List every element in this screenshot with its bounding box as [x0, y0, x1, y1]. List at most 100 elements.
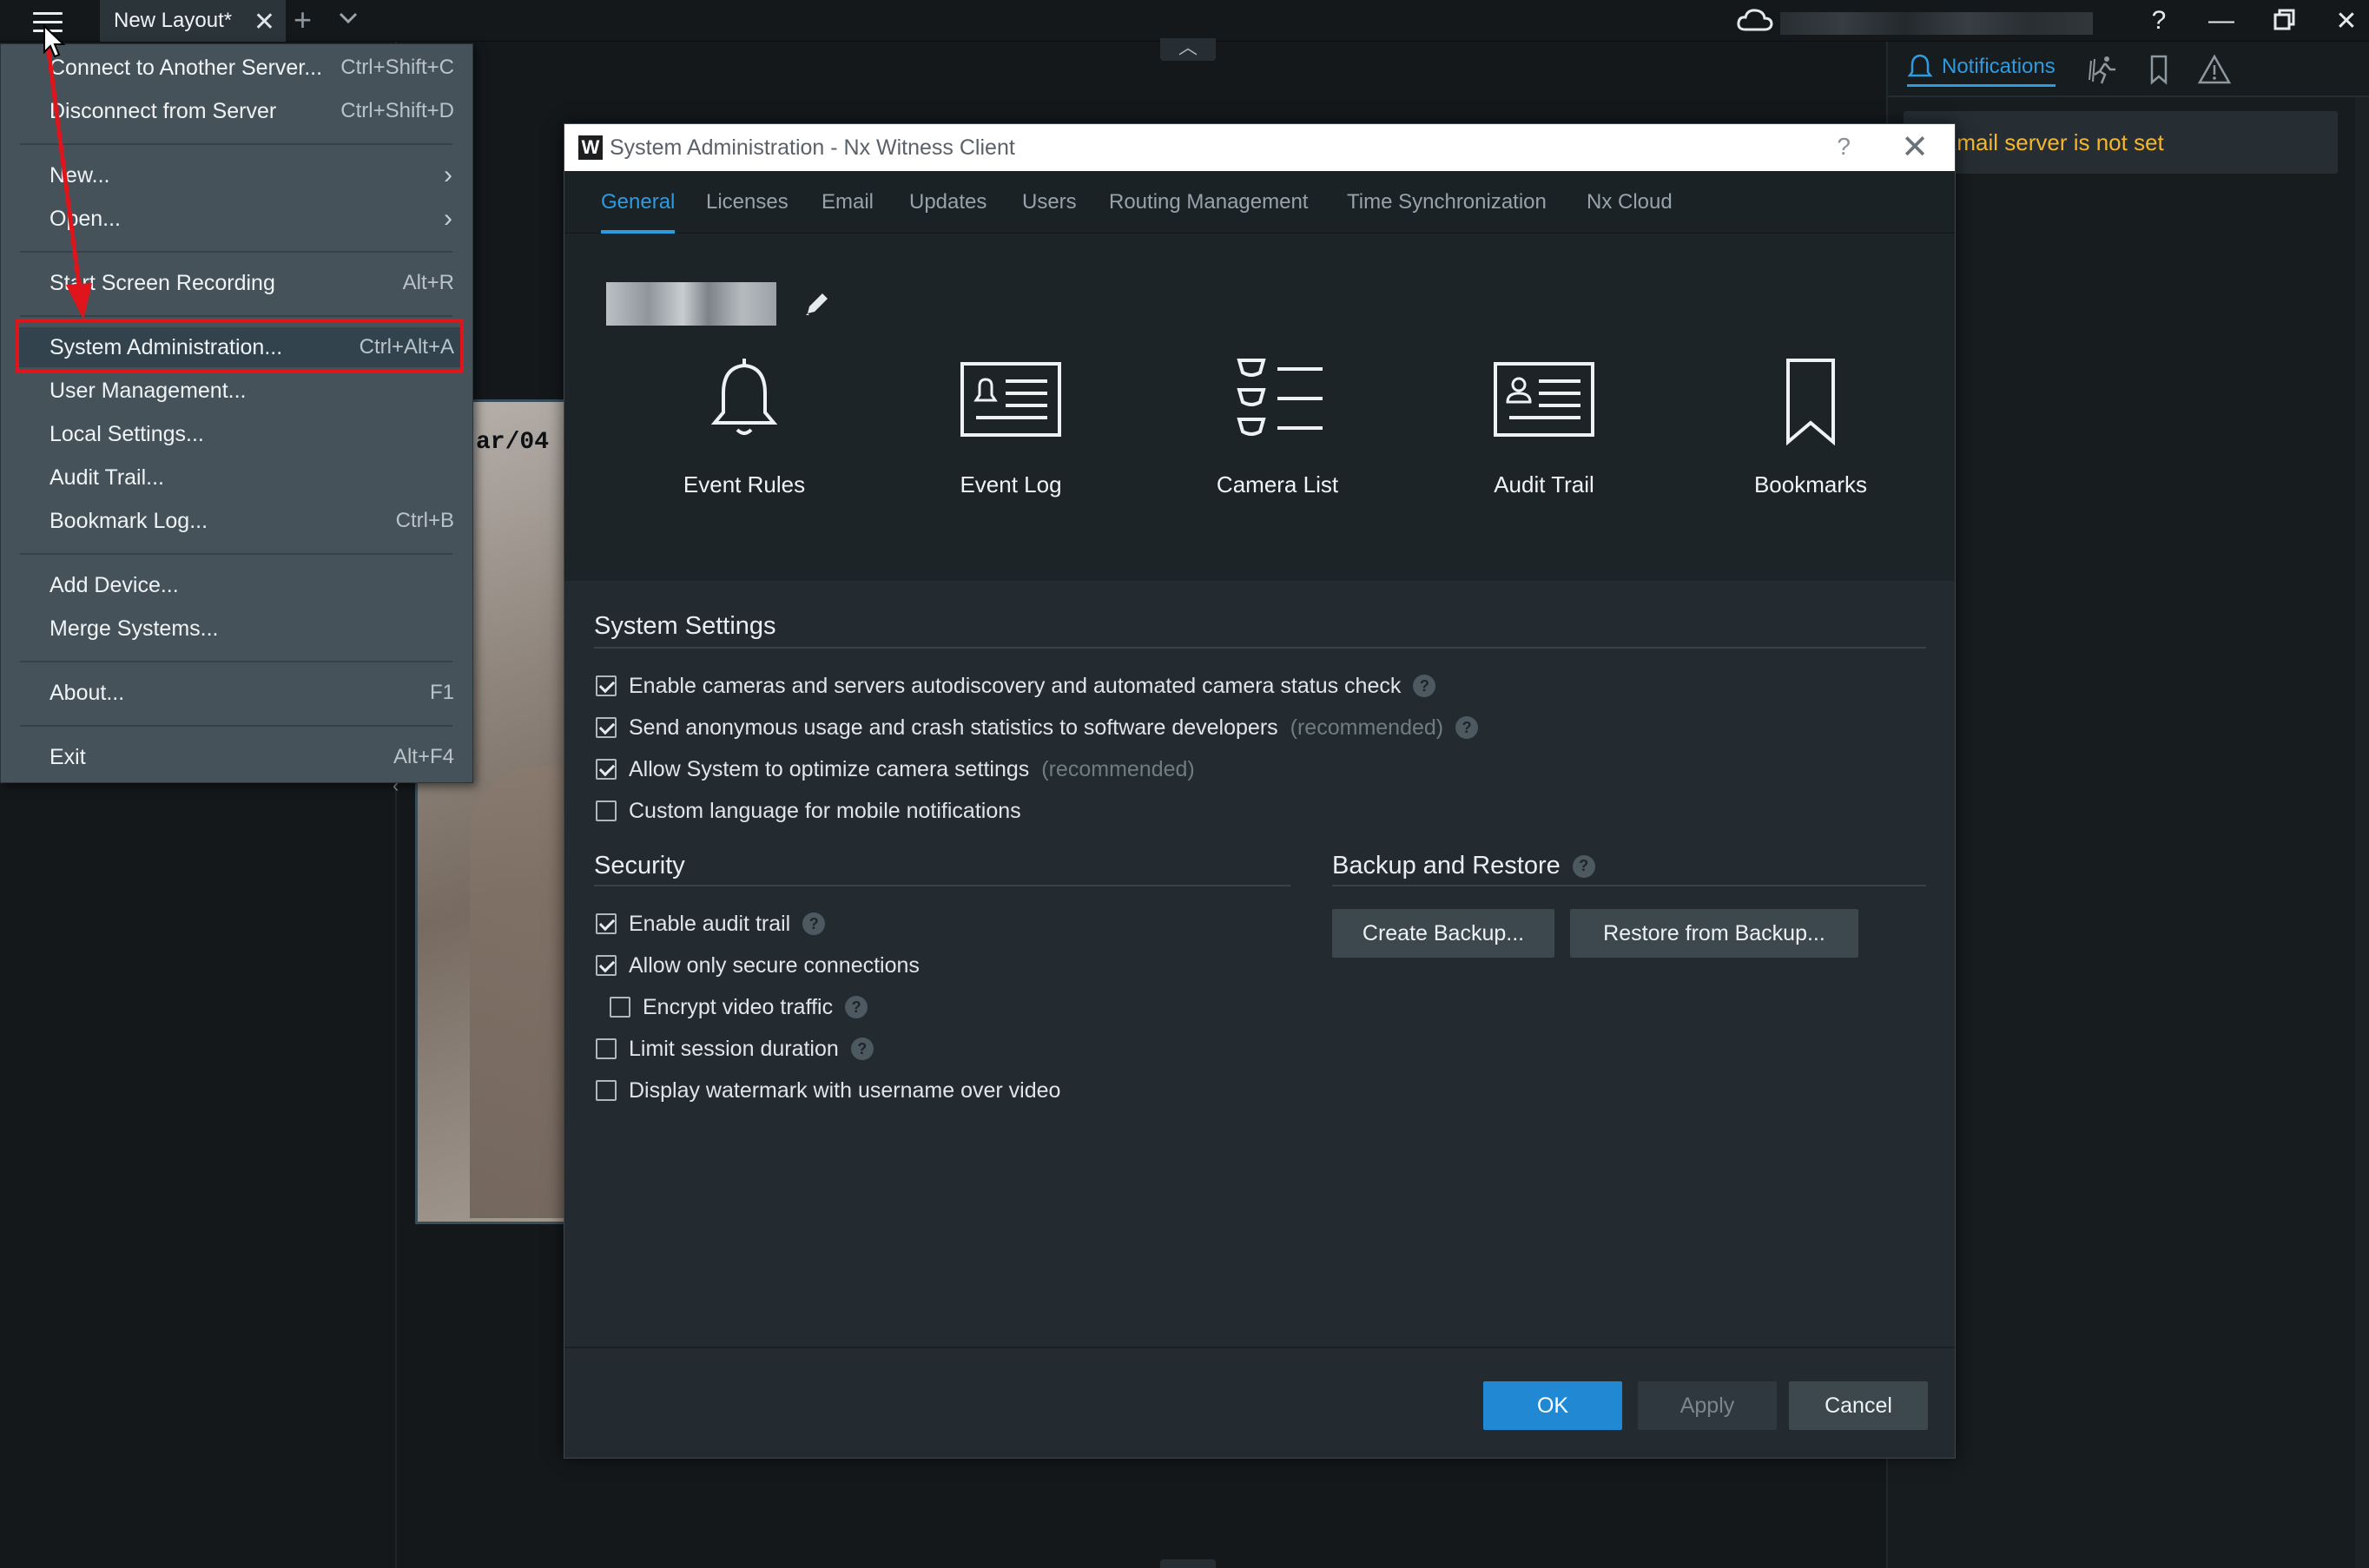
tab-updates[interactable]: Updates — [909, 171, 987, 234]
menu-local-settings[interactable]: Local Settings... — [18, 414, 461, 454]
menu-shortcut: Ctrl+B — [395, 509, 454, 532]
watermark-option[interactable]: Display watermark with username over vid… — [596, 1076, 1060, 1105]
warning-tab-icon[interactable] — [2197, 54, 2232, 85]
checkbox-checked[interactable] — [596, 675, 617, 696]
checkbox-unchecked[interactable] — [596, 1080, 617, 1101]
email-warning-notification[interactable]: Email server is not set — [1904, 111, 2338, 174]
bookmark-tab-icon[interactable] — [2141, 54, 2176, 85]
autodiscovery-option[interactable]: Enable cameras and servers autodiscovery… — [596, 671, 1436, 701]
title-bar: New Layout* ✕ + ? — ✕ — [0, 0, 2369, 42]
option-label: Display watermark with username over vid… — [629, 1077, 1061, 1103]
limit-session-option[interactable]: Limit session duration ? — [596, 1034, 874, 1064]
checkbox-unchecked[interactable] — [610, 997, 630, 1018]
event-rules-tile[interactable]: Event Rules — [640, 355, 848, 529]
camera-list-label: Camera List — [1216, 471, 1339, 497]
restore-icon[interactable] — [2258, 0, 2310, 42]
menu-about[interactable]: About... F1 — [18, 673, 461, 713]
optimize-camera-option[interactable]: Allow System to optimize camera settings… — [596, 754, 1195, 784]
create-backup-button[interactable]: Create Backup... — [1332, 909, 1554, 958]
checkbox-unchecked[interactable] — [596, 800, 617, 821]
event-log-icon — [960, 362, 1061, 437]
bookmarks-label: Bookmarks — [1753, 471, 1868, 497]
annotation-arrow-icon — [44, 37, 92, 320]
secure-connections-option[interactable]: Allow only secure connections — [596, 951, 920, 980]
menu-item-label: Bookmark Log... — [49, 508, 208, 533]
menu-user-management[interactable]: User Management... — [18, 371, 461, 411]
help-icon[interactable]: ? — [1455, 716, 1479, 739]
minimize-button[interactable]: — — [2195, 0, 2247, 42]
edit-name-pencil-icon[interactable] — [801, 287, 834, 320]
checkbox-checked[interactable] — [596, 955, 617, 976]
restore-backup-button[interactable]: Restore from Backup... — [1570, 909, 1858, 958]
dialog-help-button[interactable]: ? — [1837, 133, 1851, 161]
collapse-top-handle[interactable]: ︿ — [1160, 38, 1216, 61]
cloud-icon[interactable] — [1735, 5, 1775, 36]
tab-users[interactable]: Users — [1022, 171, 1077, 234]
checkbox-checked[interactable] — [596, 759, 617, 780]
section-divider — [594, 647, 1926, 649]
audit-trail-icon — [1494, 362, 1594, 437]
option-label: Enable audit trail — [629, 911, 791, 936]
menu-audit-trail[interactable]: Audit Trail... — [18, 458, 461, 497]
audit-trail-option[interactable]: Enable audit trail ? — [596, 909, 826, 939]
menu-item-label: User Management... — [49, 378, 247, 403]
tab-licenses[interactable]: Licenses — [706, 171, 789, 234]
help-icon[interactable]: ? — [1413, 675, 1436, 697]
layout-tab[interactable]: New Layout* ✕ — [100, 0, 286, 42]
checkbox-checked[interactable] — [596, 913, 617, 934]
submenu-arrow-icon: › — [444, 161, 452, 189]
tab-general[interactable]: General — [601, 171, 676, 234]
ok-button[interactable]: OK — [1483, 1381, 1622, 1430]
close-window-button[interactable]: ✕ — [2320, 0, 2369, 42]
annotation-highlight-box — [16, 319, 464, 373]
help-icon[interactable]: ? — [845, 996, 868, 1018]
menu-shortcut: F1 — [429, 681, 454, 704]
tab-close-icon[interactable]: ✕ — [254, 7, 275, 37]
recommended-note: (recommended) — [1041, 756, 1195, 781]
help-icon[interactable]: ? — [850, 1038, 874, 1060]
tab-list-chevron-icon[interactable] — [335, 5, 361, 31]
menu-add-device[interactable]: Add Device... — [18, 565, 461, 605]
tab-email[interactable]: Email — [822, 171, 874, 234]
tab-routing-management[interactable]: Routing Management — [1109, 171, 1308, 234]
checkbox-unchecked[interactable] — [596, 1038, 617, 1059]
notifications-panel: Notifications Email server is not set — [1886, 42, 2369, 1568]
dialog-title: System Administration - Nx Witness Clien… — [610, 135, 1015, 160]
section-divider — [1332, 885, 1926, 886]
menu-merge-systems[interactable]: Merge Systems... — [18, 609, 461, 649]
dialog-close-button[interactable]: ✕ — [1901, 128, 1929, 167]
event-log-label: Event Log — [960, 471, 1062, 497]
event-log-tile[interactable]: Event Log — [907, 355, 1115, 529]
camera-list-tile[interactable]: Camera List — [1173, 355, 1382, 529]
checkbox-checked[interactable] — [596, 717, 617, 738]
menu-separator — [20, 661, 452, 662]
collapse-bottom-handle[interactable] — [1160, 1559, 1216, 1568]
app-logo-icon: W — [578, 135, 603, 160]
cancel-button[interactable]: Cancel — [1789, 1381, 1928, 1430]
tab-notifications[interactable]: Notifications — [1907, 52, 2056, 87]
menu-item-label: Add Device... — [49, 572, 179, 597]
help-icon[interactable]: ? — [802, 912, 826, 935]
menu-exit[interactable]: Exit Alt+F4 — [18, 737, 461, 777]
option-label: Encrypt video traffic — [643, 994, 834, 1019]
menu-shortcut: Alt+F4 — [393, 745, 454, 768]
motion-icon[interactable] — [2086, 54, 2121, 85]
custom-language-option[interactable]: Custom language for mobile notifications — [596, 796, 1021, 826]
apply-button[interactable]: Apply — [1638, 1381, 1777, 1430]
usage-statistics-option[interactable]: Send anonymous usage and crash statistic… — [596, 713, 1479, 742]
add-tab-button[interactable]: + — [294, 2, 312, 38]
menu-separator — [20, 553, 452, 555]
hamburger-icon — [33, 11, 63, 15]
right-panel-scrollbar[interactable] — [2355, 97, 2369, 1568]
tab-nx-cloud[interactable]: Nx Cloud — [1587, 171, 1673, 234]
help-icon[interactable]: ? — [1572, 854, 1595, 878]
tab-time-synchronization[interactable]: Time Synchronization — [1347, 171, 1547, 234]
option-label: Allow only secure connections — [629, 952, 920, 978]
option-label: Allow System to optimize camera settings — [629, 756, 1030, 781]
audit-trail-tile[interactable]: Audit Trail — [1440, 355, 1648, 529]
menu-bookmark-log[interactable]: Bookmark Log... Ctrl+B — [18, 501, 461, 541]
encrypt-video-option[interactable]: Encrypt video traffic ? — [610, 992, 868, 1022]
system-administration-dialog: W System Administration - Nx Witness Cli… — [564, 123, 1956, 1459]
bookmarks-tile[interactable]: Bookmarks — [1706, 355, 1915, 529]
help-button[interactable]: ? — [2133, 0, 2185, 42]
